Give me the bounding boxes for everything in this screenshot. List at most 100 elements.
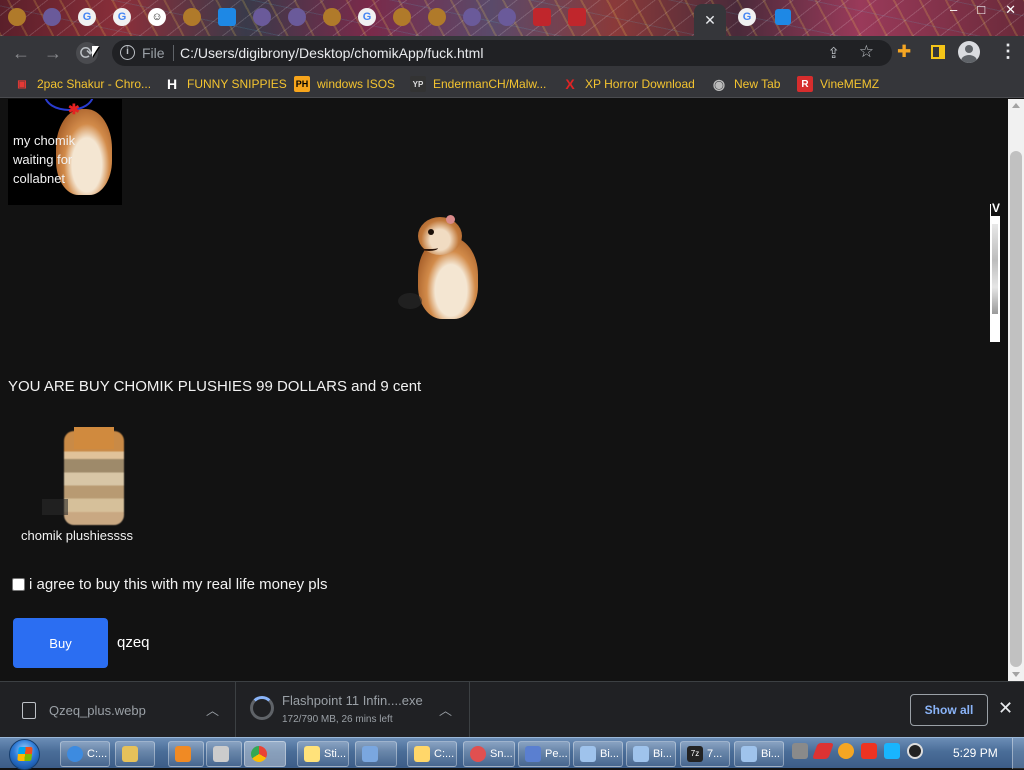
bookmark-star-icon[interactable]: ☆ bbox=[859, 42, 874, 62]
tray-search-icon[interactable] bbox=[838, 743, 854, 759]
share-icon[interactable]: ⇪ bbox=[827, 44, 840, 62]
bookmark-item[interactable]: H FUNNY SNIPPIES bbox=[164, 76, 287, 92]
window-icon bbox=[741, 746, 757, 762]
tab-favicon[interactable] bbox=[775, 9, 791, 25]
taskbar-button-label: Bi... bbox=[761, 748, 780, 760]
side-panel-icon[interactable] bbox=[931, 45, 945, 59]
start-button[interactable] bbox=[9, 739, 40, 770]
calculator-icon bbox=[213, 746, 229, 762]
bookmark-item[interactable]: ▣ 2pac Shakur - Chro... bbox=[14, 76, 151, 92]
tab-favicon[interactable] bbox=[183, 8, 201, 26]
tab-favicon[interactable] bbox=[43, 8, 61, 26]
download-item[interactable]: Qzeq_plus.webp ︿ bbox=[0, 682, 236, 738]
window-icon bbox=[580, 746, 596, 762]
taskbar-button[interactable] bbox=[355, 741, 397, 767]
download-item[interactable]: Flashpoint 11 Infin....exe 172/790 MB, 2… bbox=[236, 682, 470, 738]
chevron-up-icon[interactable]: ︿ bbox=[206, 700, 219, 719]
taskbar-button-label: Pe... bbox=[545, 748, 568, 760]
tab-favicon[interactable] bbox=[428, 8, 446, 26]
taskbar-button[interactable]: Bi... bbox=[626, 741, 676, 767]
tab-favicon[interactable] bbox=[253, 8, 271, 26]
taskbar-button[interactable]: Pe... bbox=[518, 741, 570, 767]
media-player-icon bbox=[175, 746, 191, 762]
scroll-thumb[interactable] bbox=[1010, 151, 1022, 667]
taskbar-button[interactable] bbox=[115, 741, 155, 767]
taskbar-button[interactable]: C:... bbox=[60, 741, 110, 767]
profile-avatar[interactable] bbox=[958, 41, 980, 63]
hamster-image bbox=[398, 215, 484, 321]
omnibox-divider bbox=[173, 45, 174, 61]
tab-favicon[interactable] bbox=[218, 8, 236, 26]
page-scrollbar[interactable] bbox=[1008, 99, 1024, 681]
taskbar-button[interactable] bbox=[206, 741, 242, 767]
show-desktop-button[interactable] bbox=[1012, 738, 1024, 769]
maximize-button[interactable]: □ bbox=[977, 2, 985, 18]
tab-google-icon[interactable]: G bbox=[738, 8, 756, 26]
tray-flag-icon[interactable] bbox=[861, 743, 877, 759]
tab-favicon[interactable] bbox=[533, 8, 551, 26]
taskbar-button[interactable]: 7z 7... bbox=[680, 741, 730, 767]
tab-favicon[interactable] bbox=[498, 8, 516, 26]
file-icon bbox=[22, 702, 36, 719]
url-text[interactable]: C:/Users/digibrony/Desktop/chomikApp/fuc… bbox=[180, 45, 483, 61]
bookmark-label: EndermanCH/Malw... bbox=[433, 77, 547, 91]
bookmark-item[interactable]: ◉ New Tab bbox=[711, 76, 781, 92]
back-button[interactable]: ← bbox=[10, 42, 32, 64]
buy-button[interactable]: Buy bbox=[13, 618, 108, 668]
tab-favicon[interactable] bbox=[323, 8, 341, 26]
taskbar-button[interactable] bbox=[244, 741, 286, 767]
tray-network-icon[interactable] bbox=[884, 743, 900, 759]
tab-google-icon[interactable]: G bbox=[78, 8, 96, 26]
tab-close-icon[interactable]: ✕ bbox=[704, 12, 716, 29]
tab-google-icon[interactable]: G bbox=[113, 8, 131, 26]
tab-favicon[interactable] bbox=[288, 8, 306, 26]
taskbar-button-label: 7... bbox=[707, 748, 723, 760]
bookmark-item[interactable]: R VineMEMZ bbox=[797, 76, 879, 92]
download-status: 172/790 MB, 26 mins left bbox=[282, 714, 393, 725]
taskbar-button[interactable]: Sti... bbox=[297, 741, 349, 767]
tray-app-icon[interactable] bbox=[792, 743, 808, 759]
tab-strip: G G ☺ G ✕ G – □ ✕ bbox=[0, 0, 1024, 36]
tab-favicon[interactable] bbox=[568, 8, 586, 26]
minimize-button[interactable]: – bbox=[950, 2, 957, 18]
windows-taskbar: C:... Sti... C:... Sn... Pe... Bi... Bi.… bbox=[0, 737, 1024, 770]
taskbar-button[interactable]: Sn... bbox=[463, 741, 515, 767]
agree-label[interactable]: i agree to buy this with my real life mo… bbox=[29, 576, 327, 593]
tray-volume-icon[interactable] bbox=[907, 743, 923, 759]
bookmark-item[interactable]: PH windows ISOS bbox=[294, 76, 395, 92]
taskbar-button[interactable]: Bi... bbox=[734, 741, 784, 767]
taskbar-button-label: Sn... bbox=[490, 748, 513, 760]
taskbar-button[interactable]: C:... bbox=[407, 741, 457, 767]
scroll-down-arrow[interactable] bbox=[1012, 672, 1020, 677]
taskbar-button[interactable]: Bi... bbox=[573, 741, 623, 767]
taskbar-clock[interactable]: 5:29 PM bbox=[953, 746, 998, 760]
taskbar-button-label: C:... bbox=[87, 748, 108, 760]
notepad-icon bbox=[414, 746, 430, 762]
tray-check-icon[interactable] bbox=[812, 743, 834, 759]
forward-button[interactable]: → bbox=[42, 42, 64, 64]
bookmark-item[interactable]: X XP Horror Download bbox=[562, 76, 695, 92]
bag-icon: ▣ bbox=[17, 78, 27, 90]
active-tab[interactable]: ✕ bbox=[694, 4, 726, 36]
scroll-up-arrow[interactable] bbox=[1012, 103, 1020, 108]
site-info-icon[interactable]: i bbox=[120, 45, 135, 60]
tab-google-icon[interactable]: G bbox=[358, 8, 376, 26]
window-icon bbox=[362, 746, 378, 762]
bookmark-item[interactable]: YP EndermanCH/Malw... bbox=[410, 76, 546, 92]
address-bar[interactable]: i File C:/Users/digibrony/Desktop/chomik… bbox=[112, 40, 892, 66]
ie-icon bbox=[67, 746, 83, 762]
chrome-menu-icon[interactable]: ⋮ bbox=[999, 41, 1017, 62]
tab-favicon[interactable] bbox=[463, 8, 481, 26]
close-shelf-icon[interactable]: ✕ bbox=[998, 698, 1013, 719]
extensions-puzzle-icon[interactable]: ✚ bbox=[897, 42, 911, 62]
chevron-up-icon[interactable]: ︿ bbox=[439, 700, 452, 719]
close-window-button[interactable]: ✕ bbox=[1005, 2, 1016, 18]
tab-favicon[interactable] bbox=[393, 8, 411, 26]
show-all-button[interactable]: Show all bbox=[910, 694, 988, 726]
taskbar-button[interactable] bbox=[168, 741, 204, 767]
bookmark-label: VineMEMZ bbox=[820, 77, 880, 91]
tab-favicon[interactable] bbox=[8, 8, 26, 26]
agree-checkbox[interactable] bbox=[12, 578, 25, 591]
tab-smiley-icon[interactable]: ☺ bbox=[148, 8, 166, 26]
tab-favicons: G G ☺ G bbox=[8, 8, 586, 26]
